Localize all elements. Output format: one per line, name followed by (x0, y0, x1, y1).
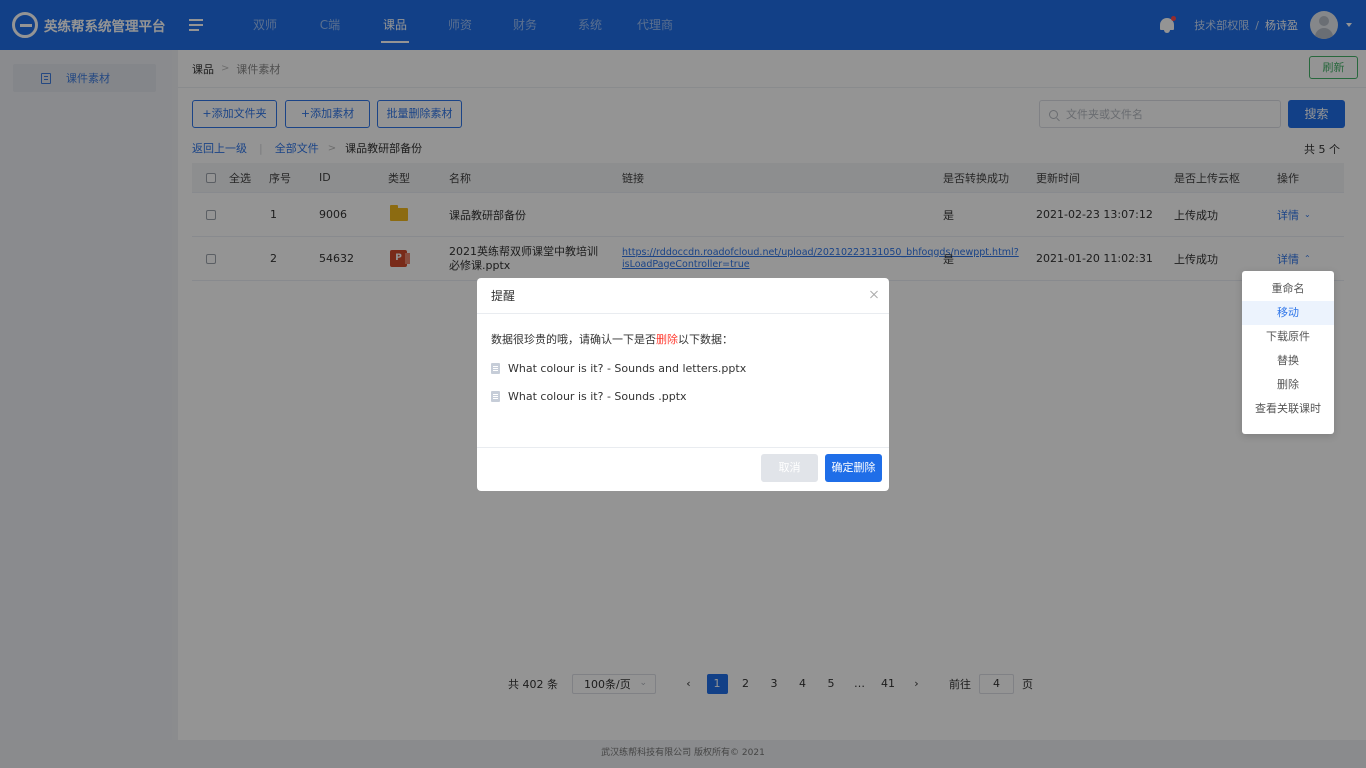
file-name: What colour is it? - Sounds .pptx (508, 390, 687, 403)
confirm-dialog: 提醒 数据很珍贵的哦，请确认一下是否删除以下数据： What colour is… (477, 278, 889, 491)
close-icon[interactable] (869, 289, 879, 299)
message-after: 以下数据： (678, 333, 733, 346)
menu-item-move[interactable]: 移动 (1242, 301, 1334, 325)
dialog-footer: 取消 确定删除 (477, 448, 889, 491)
file-item: What colour is it? - Sounds and letters.… (491, 362, 875, 375)
file-name: What colour is it? - Sounds and letters.… (508, 362, 747, 375)
menu-item-rename[interactable]: 重命名 (1242, 277, 1334, 301)
confirm-delete-button[interactable]: 确定删除 (825, 454, 882, 482)
dialog-title: 提醒 (491, 289, 516, 303)
message-before: 数据很珍贵的哦，请确认一下是否 (491, 333, 656, 346)
menu-item-view-lessons[interactable]: 查看关联课时 (1242, 397, 1334, 421)
message-danger: 删除 (656, 333, 678, 346)
dialog-header: 提醒 (477, 278, 889, 314)
confirm-message: 数据很珍贵的哦，请确认一下是否删除以下数据： (491, 331, 875, 347)
dialog-body: 数据很珍贵的哦，请确认一下是否删除以下数据： What colour is it… (477, 314, 889, 448)
file-item: What colour is it? - Sounds .pptx (491, 390, 875, 403)
menu-item-replace[interactable]: 替换 (1242, 349, 1334, 373)
action-dropdown: 重命名 移动 下载原件 替换 删除 查看关联课时 (1242, 271, 1334, 434)
menu-item-download[interactable]: 下载原件 (1242, 325, 1334, 349)
document-icon (491, 391, 500, 402)
document-icon (491, 363, 500, 374)
cancel-button[interactable]: 取消 (761, 454, 818, 482)
menu-item-delete[interactable]: 删除 (1242, 373, 1334, 397)
